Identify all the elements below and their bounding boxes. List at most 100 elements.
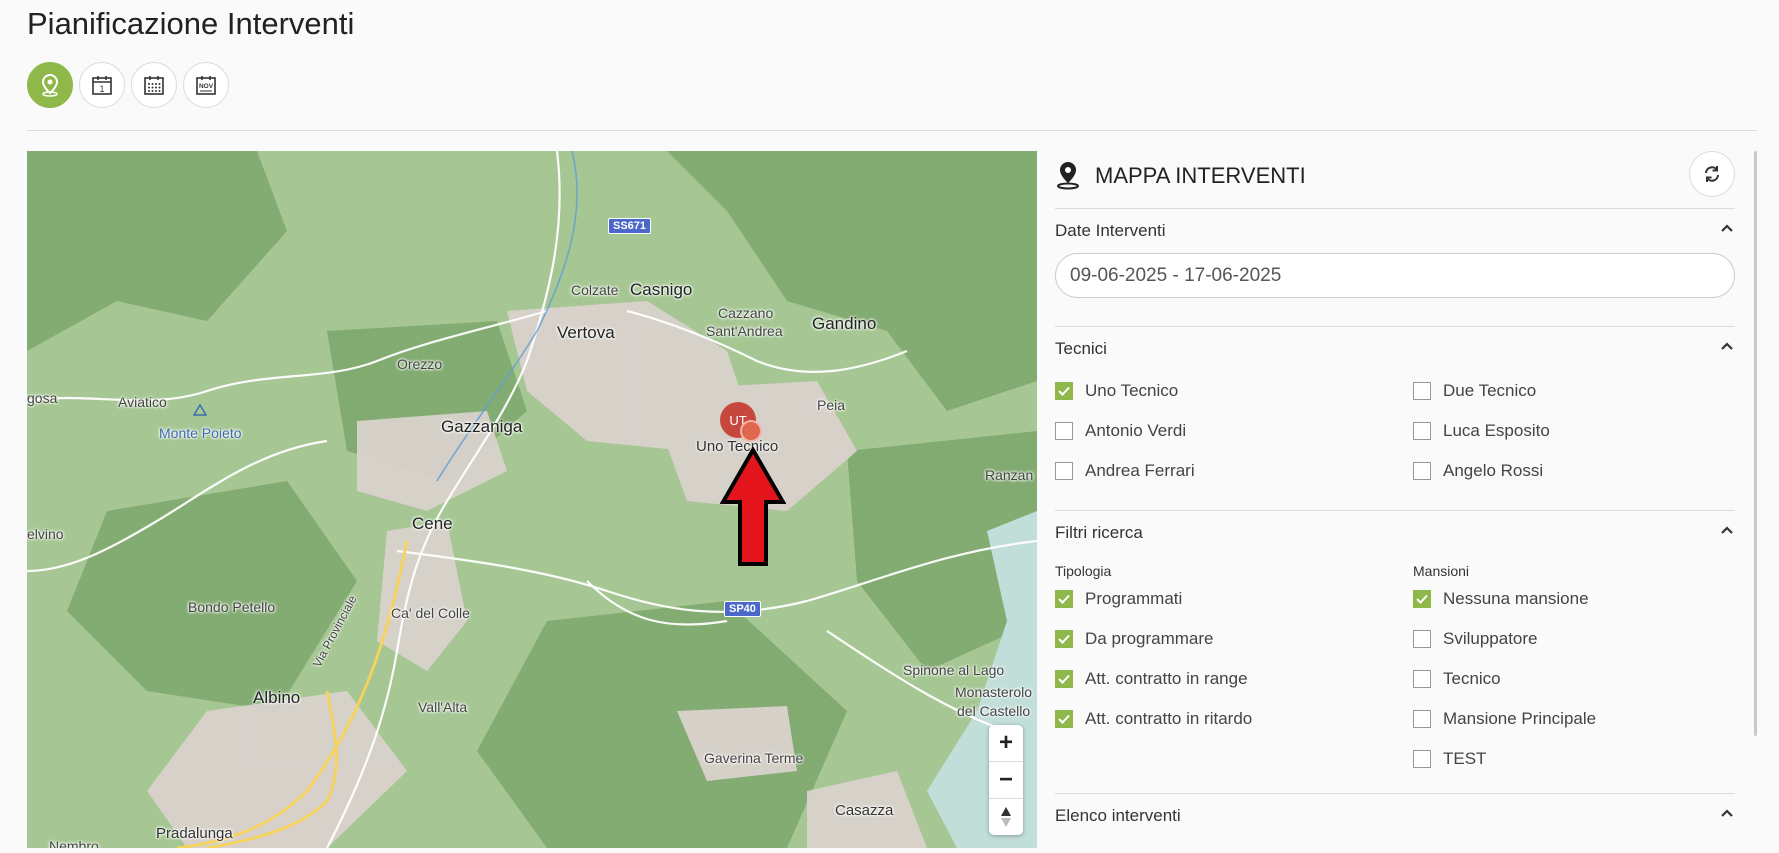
- place-cazzano: Cazzano: [718, 305, 774, 321]
- tipologia-checkbox[interactable]: Da programmare: [1055, 619, 1413, 659]
- checkbox-icon: [1413, 750, 1431, 768]
- month-view-button[interactable]: NOV: [183, 62, 229, 108]
- mansione-option-label: TEST: [1443, 749, 1487, 768]
- mansione-checkbox[interactable]: TEST: [1413, 739, 1735, 779]
- tipologia-option-label: Att. contratto in range: [1085, 669, 1248, 688]
- tipologia-checkbox[interactable]: Programmati: [1055, 579, 1413, 619]
- section-header-elenco[interactable]: Elenco interventi: [1055, 794, 1735, 838]
- mansione-checkbox[interactable]: Nessuna mansione: [1413, 579, 1735, 619]
- tipologia-checkbox[interactable]: Att. contratto in ritardo: [1055, 699, 1413, 739]
- tecnico-label: Luca Esposito: [1443, 421, 1550, 440]
- tecnico-checkbox[interactable]: Angelo Rossi: [1413, 451, 1735, 491]
- checkbox-checked-icon: [1055, 630, 1073, 648]
- map-filter-panel: MAPPA INTERVENTI Date Interventi Tecnici…: [1055, 151, 1735, 853]
- place-peia: Peia: [817, 397, 846, 413]
- mansioni-label: Mansioni: [1413, 563, 1470, 579]
- section-header-date[interactable]: Date Interventi: [1055, 209, 1735, 253]
- date-range-input[interactable]: [1055, 253, 1735, 298]
- tecnico-checkbox[interactable]: Antonio Verdi: [1055, 411, 1413, 451]
- tipologia-option-label: Da programmare: [1085, 629, 1214, 648]
- tipologia-checkbox[interactable]: Att. contratto in range: [1055, 659, 1413, 699]
- checkbox-icon: [1413, 422, 1431, 440]
- place-casnigo: Casnigo: [630, 280, 693, 299]
- checkbox-checked-icon: [1055, 590, 1073, 608]
- mansione-checkbox[interactable]: Sviluppatore: [1413, 619, 1735, 659]
- place-del-castello: del Castello: [957, 703, 1031, 719]
- section-date-interventi: Date Interventi: [1055, 208, 1735, 326]
- checkbox-icon: [1413, 710, 1431, 728]
- map-canvas[interactable]: SS671 SP40 Colzate Casnigo Cazzano Sant'…: [27, 151, 1037, 848]
- place-pradalunga: Pradalunga: [156, 825, 233, 842]
- checkbox-checked-icon: [1413, 590, 1431, 608]
- section-title-tecnici: Tecnici: [1055, 339, 1107, 358]
- place-aviatico: Aviatico: [118, 394, 167, 410]
- mansione-checkbox[interactable]: Mansione Principale: [1413, 699, 1735, 739]
- place-gazzaniga: Gazzaniga: [441, 417, 523, 436]
- calendar-grid-icon: [144, 76, 164, 95]
- place-vertova: Vertova: [557, 323, 615, 342]
- place-cene: Cene: [412, 514, 453, 533]
- reset-north-button[interactable]: [989, 799, 1023, 835]
- calendar-day-number: 1: [99, 84, 104, 94]
- section-tecnici: Tecnici Uno Tecnico Antonio Verdi Andrea…: [1055, 326, 1735, 491]
- place-vall-alta: Vall'Alta: [418, 699, 468, 715]
- road-sign-sp40: SP40: [724, 601, 761, 617]
- place-colzate: Colzate: [571, 282, 619, 298]
- place-albino: Albino: [253, 688, 301, 707]
- day-view-button[interactable]: 1: [79, 62, 125, 108]
- road-sign-ss671: SS671: [608, 218, 652, 234]
- section-header-filtri[interactable]: Filtri ricerca: [1055, 511, 1735, 555]
- checkbox-icon: [1413, 462, 1431, 480]
- panel-scrollbar[interactable]: [1754, 151, 1757, 736]
- tipologia-option-label: Att. contratto in ritardo: [1085, 709, 1253, 728]
- place-monasterolo: Monasterolo: [955, 684, 1033, 700]
- map-view-button[interactable]: [27, 62, 73, 108]
- checkbox-icon: [1413, 670, 1431, 688]
- section-header-tecnici[interactable]: Tecnici: [1055, 327, 1735, 371]
- tecnico-label: Antonio Verdi: [1085, 421, 1187, 440]
- checkbox-icon: [1055, 462, 1073, 480]
- tecnico-checkbox[interactable]: Due Tecnico: [1413, 371, 1735, 411]
- checkbox-checked-icon: [1055, 710, 1073, 728]
- place-spinone-al-lago: Spinone al Lago: [903, 662, 1005, 678]
- tecnico-label: Due Tecnico: [1443, 381, 1537, 400]
- tecnico-label: Angelo Rossi: [1443, 461, 1544, 480]
- zoom-out-button[interactable]: −: [989, 762, 1023, 799]
- panel-header: MAPPA INTERVENTI: [1055, 151, 1735, 208]
- map-pin-icon: [41, 73, 59, 97]
- place-monte-poieto: Monte Poieto: [159, 425, 242, 441]
- calendar-month-icon: NOV: [196, 76, 216, 95]
- tecnico-label: Uno Tecnico: [1085, 381, 1179, 400]
- section-filtri-ricerca: Filtri ricerca Tipologia Programmati Da …: [1055, 510, 1735, 779]
- map-terrain: [27, 151, 1037, 848]
- tecnico-checkbox[interactable]: Andrea Ferrari: [1055, 451, 1413, 491]
- tecnico-checkbox[interactable]: Luca Esposito: [1413, 411, 1735, 451]
- compass-icon: [1001, 807, 1011, 827]
- zoom-in-button[interactable]: +: [989, 725, 1023, 762]
- place-elvino: elvino: [27, 526, 64, 542]
- mansione-checkbox[interactable]: Tecnico: [1413, 659, 1735, 699]
- mansione-option-label: Sviluppatore: [1443, 629, 1538, 648]
- place-orezzo: Orezzo: [397, 356, 443, 372]
- checkbox-checked-icon: [1055, 382, 1073, 400]
- checkbox-icon: [1413, 630, 1431, 648]
- tecnico-checkbox[interactable]: Uno Tecnico: [1055, 371, 1413, 411]
- place-ca-del-colle: Ca' del Colle: [391, 605, 470, 621]
- section-elenco-interventi: Elenco interventi: [1055, 793, 1735, 838]
- place-gosa: gosa: [27, 390, 58, 406]
- place-cazzano-santandrea: Sant'Andrea: [706, 323, 783, 339]
- panel-title: MAPPA INTERVENTI: [1095, 163, 1306, 188]
- view-switcher: 1 NOV: [27, 62, 229, 108]
- refresh-icon: [1705, 166, 1719, 182]
- page-title: Pianificazione Interventi: [27, 6, 355, 41]
- place-bondo-petello: Bondo Petello: [188, 599, 276, 615]
- section-title-filtri: Filtri ricerca: [1055, 523, 1143, 542]
- arrow-pointer-icon: [720, 447, 786, 566]
- section-title-date: Date Interventi: [1055, 221, 1166, 240]
- mansione-option-label: Nessuna mansione: [1443, 589, 1589, 608]
- chevron-up-icon: [1721, 224, 1733, 232]
- week-view-button[interactable]: [131, 62, 177, 108]
- tipologia-option-label: Programmati: [1085, 589, 1183, 608]
- chevron-up-icon: [1721, 809, 1733, 817]
- refresh-button[interactable]: [1689, 151, 1735, 197]
